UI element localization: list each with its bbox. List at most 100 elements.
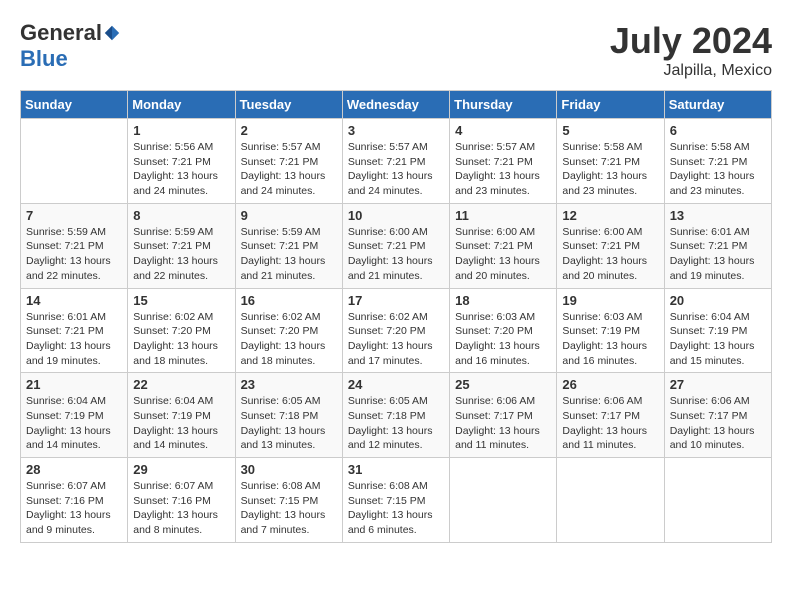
calendar-cell: 20Sunrise: 6:04 AMSunset: 7:19 PMDayligh…: [664, 288, 771, 373]
day-number: 26: [562, 377, 658, 392]
header-day-wednesday: Wednesday: [342, 91, 449, 119]
logo: General Blue: [20, 20, 121, 72]
calendar-cell: 8 Sunrise: 5:59 AMSunset: 7:21 PMDaylight…: [128, 203, 235, 288]
calendar-cell: 1 Sunrise: 5:56 AMSunset: 7:21 PMDaylight…: [128, 119, 235, 204]
header-day-friday: Friday: [557, 91, 664, 119]
day-number: 25: [455, 377, 551, 392]
day-info: Sunrise: 6:04 AMSunset: 7:19 PMDaylight:…: [133, 394, 229, 453]
day-number: 29: [133, 462, 229, 477]
calendar-cell: 15 Sunrise: 6:02 AMSunset: 7:20 PMDayligh…: [128, 288, 235, 373]
day-info: Sunrise: 6:02 AMSunset: 7:20 PMDaylight:…: [241, 310, 337, 369]
day-number: 21: [26, 377, 122, 392]
day-info: Sunrise: 5:57 AMSunset: 7:21 PMDaylight:…: [348, 140, 444, 199]
day-info: Sunrise: 5:58 AMSunset: 7:21 PMDaylight:…: [562, 140, 658, 199]
day-info: Sunrise: 5:56 AMSunset: 7:21 PMDaylight:…: [133, 140, 229, 199]
calendar-cell: 7 Sunrise: 5:59 AMSunset: 7:21 PMDaylight…: [21, 203, 128, 288]
calendar-cell: 19 Sunrise: 6:03 AMSunset: 7:19 PMDayligh…: [557, 288, 664, 373]
calendar-cell: 4Sunrise: 5:57 AMSunset: 7:21 PMDaylight…: [450, 119, 557, 204]
calendar-cell: 9 Sunrise: 5:59 AMSunset: 7:21 PMDaylight…: [235, 203, 342, 288]
day-number: 7: [26, 208, 122, 223]
calendar-cell: 31 Sunrise: 6:08 AMSunset: 7:15 PMDayligh…: [342, 458, 449, 543]
calendar-cell: [557, 458, 664, 543]
calendar-cell: 26 Sunrise: 6:06 AMSunset: 7:17 PMDayligh…: [557, 373, 664, 458]
calendar-header: SundayMondayTuesdayWednesdayThursdayFrid…: [21, 91, 772, 119]
day-number: 12: [562, 208, 658, 223]
day-number: 16: [241, 293, 337, 308]
day-info: Sunrise: 6:06 AMSunset: 7:17 PMDaylight:…: [455, 394, 551, 453]
day-info: Sunrise: 6:04 AMSunset: 7:19 PMDaylight:…: [26, 394, 122, 453]
calendar-cell: 16 Sunrise: 6:02 AMSunset: 7:20 PMDayligh…: [235, 288, 342, 373]
day-info: Sunrise: 6:06 AMSunset: 7:17 PMDaylight:…: [562, 394, 658, 453]
day-number: 19: [562, 293, 658, 308]
day-number: 14: [26, 293, 122, 308]
day-number: 28: [26, 462, 122, 477]
day-info: Sunrise: 5:59 AMSunset: 7:21 PMDaylight:…: [133, 225, 229, 284]
calendar-cell: 30 Sunrise: 6:08 AMSunset: 7:15 PMDayligh…: [235, 458, 342, 543]
calendar-subtitle: Jalpilla, Mexico: [610, 62, 772, 80]
day-info: Sunrise: 6:01 AMSunset: 7:21 PMDaylight:…: [670, 225, 766, 284]
day-number: 17: [348, 293, 444, 308]
day-number: 3: [348, 123, 444, 138]
logo-icon: [103, 24, 121, 42]
week-row-1: 7 Sunrise: 5:59 AMSunset: 7:21 PMDaylight…: [21, 203, 772, 288]
logo-general-text: General: [20, 20, 102, 46]
calendar-cell: 28Sunrise: 6:07 AMSunset: 7:16 PMDayligh…: [21, 458, 128, 543]
day-info: Sunrise: 6:05 AMSunset: 7:18 PMDaylight:…: [348, 394, 444, 453]
day-number: 9: [241, 208, 337, 223]
day-info: Sunrise: 6:01 AMSunset: 7:21 PMDaylight:…: [26, 310, 122, 369]
header-day-tuesday: Tuesday: [235, 91, 342, 119]
day-info: Sunrise: 5:59 AMSunset: 7:21 PMDaylight:…: [26, 225, 122, 284]
week-row-3: 21 Sunrise: 6:04 AMSunset: 7:19 PMDayligh…: [21, 373, 772, 458]
day-info: Sunrise: 6:03 AMSunset: 7:19 PMDaylight:…: [562, 310, 658, 369]
logo-blue-text: Blue: [20, 46, 68, 72]
day-number: 15: [133, 293, 229, 308]
calendar-cell: [21, 119, 128, 204]
header-day-saturday: Saturday: [664, 91, 771, 119]
calendar-cell: 6 Sunrise: 5:58 AMSunset: 7:21 PMDaylight…: [664, 119, 771, 204]
day-info: Sunrise: 5:59 AMSunset: 7:21 PMDaylight:…: [241, 225, 337, 284]
calendar-cell: 10Sunrise: 6:00 AMSunset: 7:21 PMDayligh…: [342, 203, 449, 288]
header-day-sunday: Sunday: [21, 91, 128, 119]
title-block: July 2024 Jalpilla, Mexico: [610, 20, 772, 80]
day-number: 8: [133, 208, 229, 223]
calendar-cell: 3 Sunrise: 5:57 AMSunset: 7:21 PMDaylight…: [342, 119, 449, 204]
week-row-0: 1 Sunrise: 5:56 AMSunset: 7:21 PMDaylight…: [21, 119, 772, 204]
calendar-cell: 18Sunrise: 6:03 AMSunset: 7:20 PMDayligh…: [450, 288, 557, 373]
day-number: 30: [241, 462, 337, 477]
day-info: Sunrise: 6:08 AMSunset: 7:15 PMDaylight:…: [241, 479, 337, 538]
page-header: General Blue July 2024 Jalpilla, Mexico: [20, 20, 772, 80]
day-number: 27: [670, 377, 766, 392]
day-number: 6: [670, 123, 766, 138]
calendar-cell: 13Sunrise: 6:01 AMSunset: 7:21 PMDayligh…: [664, 203, 771, 288]
header-day-monday: Monday: [128, 91, 235, 119]
day-info: Sunrise: 6:03 AMSunset: 7:20 PMDaylight:…: [455, 310, 551, 369]
calendar-cell: 23Sunrise: 6:05 AMSunset: 7:18 PMDayligh…: [235, 373, 342, 458]
calendar-cell: 5 Sunrise: 5:58 AMSunset: 7:21 PMDaylight…: [557, 119, 664, 204]
day-number: 2: [241, 123, 337, 138]
calendar-cell: 27 Sunrise: 6:06 AMSunset: 7:17 PMDayligh…: [664, 373, 771, 458]
calendar-cell: 24Sunrise: 6:05 AMSunset: 7:18 PMDayligh…: [342, 373, 449, 458]
day-number: 1: [133, 123, 229, 138]
calendar-cell: [664, 458, 771, 543]
week-row-4: 28Sunrise: 6:07 AMSunset: 7:16 PMDayligh…: [21, 458, 772, 543]
day-info: Sunrise: 6:08 AMSunset: 7:15 PMDaylight:…: [348, 479, 444, 538]
calendar-title: July 2024: [610, 20, 772, 62]
day-number: 11: [455, 208, 551, 223]
day-info: Sunrise: 5:57 AMSunset: 7:21 PMDaylight:…: [455, 140, 551, 199]
calendar-cell: 22Sunrise: 6:04 AMSunset: 7:19 PMDayligh…: [128, 373, 235, 458]
header-day-thursday: Thursday: [450, 91, 557, 119]
day-info: Sunrise: 6:02 AMSunset: 7:20 PMDaylight:…: [348, 310, 444, 369]
day-info: Sunrise: 5:58 AMSunset: 7:21 PMDaylight:…: [670, 140, 766, 199]
day-number: 5: [562, 123, 658, 138]
calendar-cell: 11Sunrise: 6:00 AMSunset: 7:21 PMDayligh…: [450, 203, 557, 288]
calendar-cell: 25 Sunrise: 6:06 AMSunset: 7:17 PMDayligh…: [450, 373, 557, 458]
day-info: Sunrise: 6:06 AMSunset: 7:17 PMDaylight:…: [670, 394, 766, 453]
day-number: 10: [348, 208, 444, 223]
day-number: 31: [348, 462, 444, 477]
calendar-cell: [450, 458, 557, 543]
calendar-table: SundayMondayTuesdayWednesdayThursdayFrid…: [20, 90, 772, 543]
calendar-cell: 12Sunrise: 6:00 AMSunset: 7:21 PMDayligh…: [557, 203, 664, 288]
day-info: Sunrise: 6:02 AMSunset: 7:20 PMDaylight:…: [133, 310, 229, 369]
calendar-cell: 2 Sunrise: 5:57 AMSunset: 7:21 PMDaylight…: [235, 119, 342, 204]
day-info: Sunrise: 5:57 AMSunset: 7:21 PMDaylight:…: [241, 140, 337, 199]
